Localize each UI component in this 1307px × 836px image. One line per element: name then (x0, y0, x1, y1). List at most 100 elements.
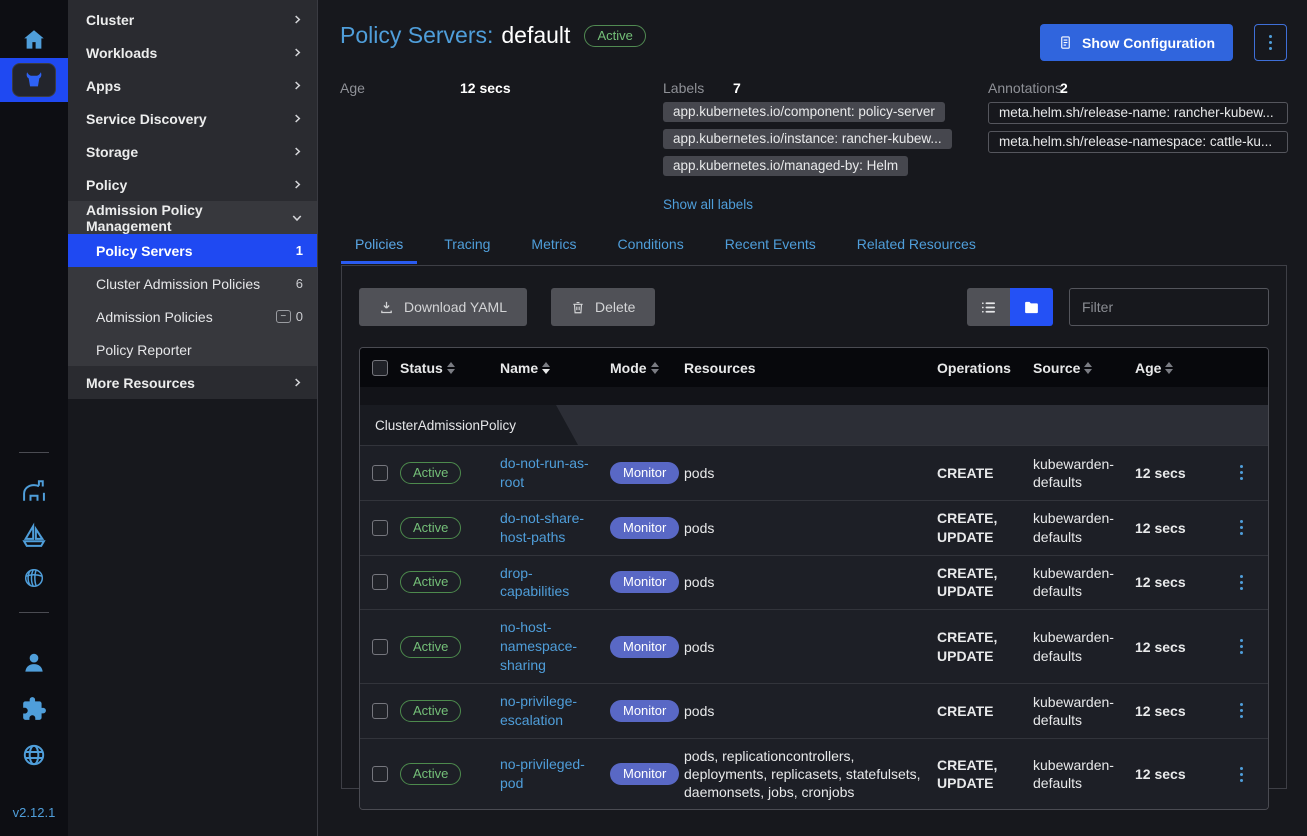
user-icon[interactable] (0, 650, 68, 676)
nav-count: 1 (296, 243, 303, 258)
tab-related-resources[interactable]: Related Resources (843, 228, 990, 264)
show-configuration-button[interactable]: Show Configuration (1040, 24, 1233, 61)
row-actions-kebab[interactable] (1215, 767, 1268, 782)
row-actions-kebab[interactable] (1215, 465, 1268, 480)
sidebar-item-workloads[interactable]: Workloads (68, 36, 317, 69)
mode-badge: Monitor (610, 462, 679, 484)
column-header-status[interactable]: Status (400, 360, 500, 376)
side-navigation: Cluster Workloads Apps Service Discovery… (68, 0, 318, 836)
kebab-icon (1240, 703, 1243, 718)
row-checkbox[interactable] (372, 703, 388, 719)
table-row: Active do-not-run-as-root Monitor pods C… (360, 445, 1268, 500)
source-cell: kubewarden-defaults (1033, 455, 1135, 491)
kebab-icon (1240, 520, 1243, 535)
sidebar-item-policy[interactable]: Policy (68, 168, 317, 201)
puzzle-icon[interactable] (0, 696, 68, 722)
globe-icon[interactable] (0, 742, 68, 768)
row-checkbox[interactable] (372, 520, 388, 536)
source-cell: kubewarden-defaults (1033, 693, 1135, 729)
app-version: v2.12.1 (0, 805, 68, 820)
row-actions-kebab[interactable] (1215, 639, 1268, 654)
policy-name-link[interactable]: drop-capabilities (500, 564, 600, 602)
row-checkbox[interactable] (372, 639, 388, 655)
sidebar-group-admission-policy-management[interactable]: Admission Policy Management (68, 201, 317, 234)
chevron-right-icon (292, 377, 303, 388)
table-spacer (360, 387, 1268, 405)
tab-section: Policies Tracing Metrics Conditions Rece… (341, 228, 1287, 789)
barn-icon[interactable] (0, 478, 68, 506)
document-icon (1058, 34, 1073, 51)
annotation-pill: meta.helm.sh/release-name: rancher-kubew… (988, 102, 1288, 124)
policies-table: Status Name Mode Resources (359, 347, 1269, 810)
operations-cell: CREATE (937, 702, 1033, 720)
chevron-right-icon (292, 179, 303, 190)
sidebar-item-apps[interactable]: Apps (68, 69, 317, 102)
column-header-source[interactable]: Source (1033, 360, 1135, 376)
policy-name-link[interactable]: do-not-run-as-root (500, 454, 600, 492)
download-icon (379, 300, 394, 315)
column-header-age[interactable]: Age (1135, 360, 1215, 376)
download-yaml-button[interactable]: Download YAML (359, 288, 527, 326)
policy-name-link[interactable]: no-host-namespace-sharing (500, 618, 592, 675)
source-cell: kubewarden-defaults (1033, 628, 1135, 664)
tab-conditions[interactable]: Conditions (604, 228, 698, 264)
operations-cell: CREATE, UPDATE (937, 628, 1033, 664)
column-header-resources[interactable]: Resources (684, 360, 937, 376)
sidebar-item-service-discovery[interactable]: Service Discovery (68, 102, 317, 135)
table-row: Active no-host-namespace-sharing Monitor… (360, 609, 1268, 683)
table-toolbar: Download YAML Delete (342, 266, 1286, 326)
kebab-icon (1240, 575, 1243, 590)
sidebar-item-cluster-admission-policies[interactable]: Cluster Admission Policies 6 (68, 267, 317, 300)
kebab-icon (1240, 639, 1243, 654)
row-actions-kebab[interactable] (1215, 575, 1268, 590)
header-actions-kebab[interactable] (1254, 24, 1287, 61)
kebab-icon (1240, 465, 1243, 480)
filter-input[interactable] (1069, 288, 1269, 326)
policy-name-link[interactable]: do-not-share-host-paths (500, 509, 600, 547)
policy-name-link[interactable]: no-privileged-pod (500, 755, 600, 793)
sidebar-item-storage[interactable]: Storage (68, 135, 317, 168)
mode-badge: Monitor (610, 571, 679, 593)
operations-cell: CREATE (937, 464, 1033, 482)
select-all-checkbox[interactable] (372, 360, 388, 376)
row-checkbox[interactable] (372, 465, 388, 481)
sailboat-icon[interactable] (0, 522, 68, 550)
row-checkbox[interactable] (372, 766, 388, 782)
row-actions-kebab[interactable] (1215, 703, 1268, 718)
yarn-wheel-icon[interactable] (0, 566, 68, 590)
row-checkbox[interactable] (372, 574, 388, 590)
resources-cell: pods (684, 464, 937, 482)
age-cell: 12 secs (1135, 703, 1215, 719)
sidebar-item-policy-servers[interactable]: Policy Servers 1 (68, 234, 317, 267)
sort-icon (542, 362, 550, 374)
resources-cell: pods (684, 638, 937, 656)
tab-metrics[interactable]: Metrics (517, 228, 590, 264)
annotation-pill: meta.helm.sh/release-namespace: cattle-k… (988, 131, 1288, 153)
mode-badge: Monitor (610, 517, 679, 539)
sidebar-item-more-resources[interactable]: More Resources (68, 366, 317, 399)
chevron-right-icon (292, 113, 303, 124)
show-all-labels-link[interactable]: Show all labels (663, 197, 753, 212)
active-cluster-strip[interactable] (0, 58, 68, 102)
policy-name-link[interactable]: no-privilege-escalation (500, 692, 600, 730)
age-cell: 12 secs (1135, 465, 1215, 481)
column-header-mode[interactable]: Mode (610, 360, 684, 376)
source-cell: kubewarden-defaults (1033, 564, 1135, 600)
grouped-view-button[interactable] (1010, 288, 1053, 326)
resources-cell: pods (684, 702, 937, 720)
sidebar-item-policy-reporter[interactable]: Policy Reporter (68, 333, 317, 366)
tab-recent-events[interactable]: Recent Events (711, 228, 830, 264)
sidebar-item-admission-policies[interactable]: Admission Policies − 0 (68, 300, 317, 333)
delete-button[interactable]: Delete (551, 288, 655, 326)
column-header-operations[interactable]: Operations (937, 360, 1033, 376)
flat-list-view-button[interactable] (967, 288, 1010, 326)
home-icon[interactable] (0, 22, 68, 58)
row-actions-kebab[interactable] (1215, 520, 1268, 535)
tab-tracing[interactable]: Tracing (430, 228, 504, 264)
column-header-name[interactable]: Name (500, 360, 610, 376)
resources-cell: pods, replicationcontrollers, deployment… (684, 747, 937, 802)
folder-icon (1023, 299, 1040, 316)
table-row: Active no-privilege-escalation Monitor p… (360, 683, 1268, 738)
tab-policies[interactable]: Policies (341, 228, 417, 264)
sidebar-item-cluster[interactable]: Cluster (68, 3, 317, 36)
